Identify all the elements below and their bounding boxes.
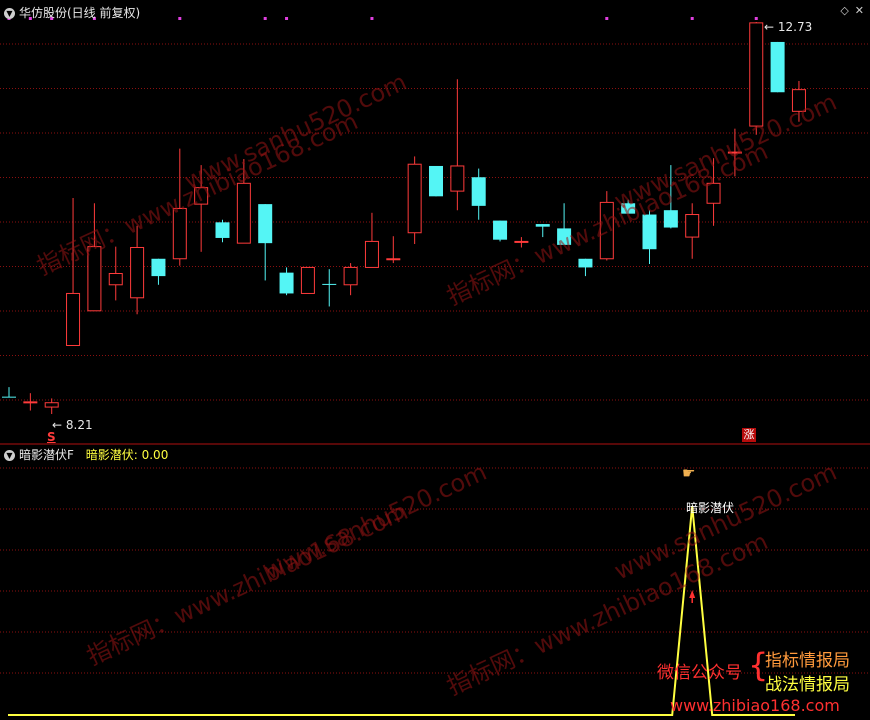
candle-body (493, 220, 508, 240)
indicator-title: 暗影潜伏F (19, 448, 74, 462)
panel-menu-chevron-icon[interactable]: ▼ (4, 8, 15, 19)
candlestick (493, 220, 508, 242)
candle-body (685, 214, 700, 238)
signal-dot (285, 17, 289, 20)
bottom-panel-header: ▼ 暗影潜伏F 暗影潜伏: 0.00 (4, 446, 168, 463)
indicator-name: 暗影潜伏: (85, 448, 138, 462)
diamond-icon[interactable]: ◇ (840, 4, 848, 17)
signal-dot (178, 17, 182, 20)
signal-dot (370, 17, 374, 20)
candle-body (44, 402, 59, 408)
candle-body (279, 272, 294, 294)
candlestick (258, 204, 273, 281)
promo-line-2: 战法情报局 (765, 675, 850, 695)
candle-body (407, 163, 422, 234)
candle-body (108, 273, 123, 286)
high-price-label: ← 12.73 (764, 20, 813, 34)
promo-site: www.zhibiao168.com (670, 696, 840, 715)
zhang-badge: 涨 (742, 428, 756, 442)
candlestick (685, 203, 700, 259)
candlestick (23, 393, 38, 411)
candle-body (343, 266, 358, 286)
candlestick (471, 168, 486, 220)
candlestick (2, 387, 16, 398)
candlestick (450, 79, 465, 211)
candlestick (151, 258, 166, 285)
candle-body (23, 401, 38, 404)
candle-body (322, 283, 337, 285)
candle-body (429, 165, 443, 197)
signal-dot (263, 17, 267, 20)
close-icon[interactable]: ✕ (855, 4, 864, 17)
candle-body (215, 222, 230, 238)
chart-canvas[interactable] (0, 0, 870, 720)
candle-body (236, 182, 251, 244)
candlestick (279, 267, 294, 296)
candle-body (66, 292, 81, 346)
candlestick (429, 165, 443, 197)
candlestick (108, 246, 123, 301)
candlestick (343, 263, 358, 296)
candlestick (215, 219, 230, 243)
candlestick (749, 22, 764, 135)
cursor-hand-icon: ☛ (682, 464, 696, 482)
low-price-label: ← 8.21 (52, 418, 93, 432)
candlestick (407, 156, 422, 245)
candle-body (535, 224, 550, 227)
candlestick (364, 212, 379, 268)
candlestick (578, 258, 593, 277)
indicator-menu-chevron-icon[interactable]: ▼ (4, 450, 15, 461)
signal-dot (690, 17, 694, 20)
candle-body (151, 258, 166, 277)
candle-body (300, 266, 315, 294)
candlestick (66, 198, 81, 346)
candle-body (471, 177, 486, 206)
candlestick (44, 398, 59, 414)
candlestick (770, 41, 785, 93)
candle-body (2, 396, 16, 398)
candle-body (578, 258, 593, 268)
signal-dot (754, 17, 758, 20)
candle-body (450, 165, 465, 192)
candle-body (130, 246, 145, 299)
candle-body (386, 258, 401, 261)
promo-wechat: 微信公众号 (657, 663, 742, 683)
sell-marker: S (47, 430, 56, 444)
promo-line-1: 指标情报局 (765, 651, 850, 671)
window-controls: ◇ ✕ (834, 4, 864, 17)
indicator-value: 0.00 (141, 448, 169, 462)
candle-body (258, 204, 273, 244)
stock-title: 华仿股份(日线 前复权) (19, 6, 141, 20)
candle-body (364, 240, 379, 268)
signal-dot (605, 17, 609, 20)
candlestick (300, 266, 315, 294)
top-panel-header: ▼ 华仿股份(日线 前复权) (4, 4, 140, 21)
candle-body (749, 22, 764, 127)
candlestick (386, 236, 401, 264)
candle-body (770, 41, 785, 93)
candlestick (322, 269, 337, 307)
